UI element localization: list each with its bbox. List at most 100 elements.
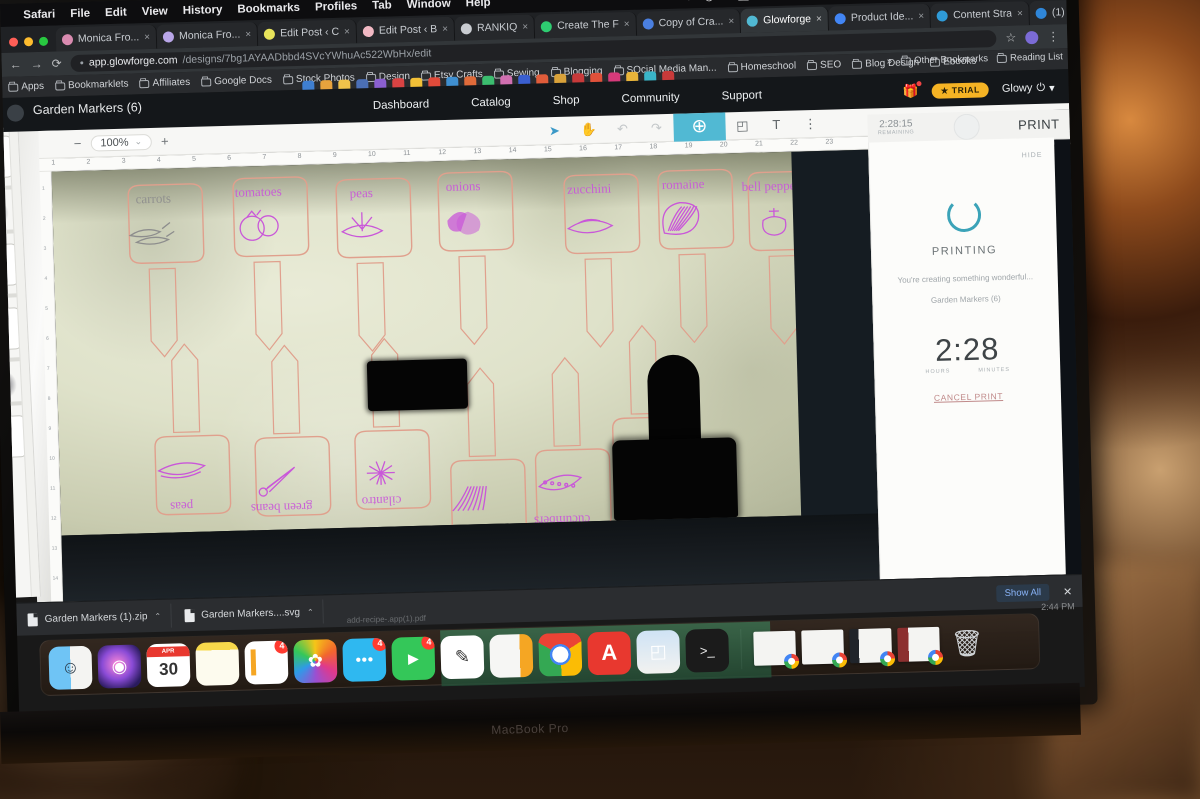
garden-marker[interactable]: carrots (128, 184, 207, 358)
menubar-item-help[interactable]: Help (466, 0, 491, 9)
garden-marker[interactable]: romaine (658, 169, 737, 343)
window-traffic-lights[interactable] (5, 36, 56, 52)
text-tool-icon[interactable]: T (759, 110, 794, 139)
close-tab-icon[interactable]: × (442, 23, 448, 34)
bookmark-item[interactable]: Etsy Crafts (421, 69, 483, 82)
browser-tab[interactable]: Monica Fro... × (56, 25, 158, 52)
nav-catalog[interactable]: Catalog (471, 96, 511, 109)
garden-marker[interactable]: zucchini (564, 174, 643, 348)
profile-avatar[interactable] (1025, 30, 1038, 43)
print-button-label[interactable]: PRINT (1018, 116, 1060, 132)
close-shelf-icon[interactable]: ✕ (1063, 585, 1073, 598)
menubar-item-window[interactable]: Window (407, 0, 451, 10)
menubar-item-view[interactable]: View (142, 5, 168, 18)
browser-tab[interactable]: Edit Post ‹ B × (357, 17, 456, 44)
nav-support[interactable]: Support (722, 89, 763, 102)
bookmark-item[interactable]: Design (366, 71, 410, 83)
bookmark-item[interactable]: Blogging (551, 66, 603, 78)
add-artwork-button[interactable]: ⊕ (673, 112, 726, 141)
minimized-window[interactable] (849, 628, 892, 663)
finder-icon[interactable]: ☺ (48, 645, 92, 689)
reminders-icon[interactable]: 4 (244, 640, 288, 684)
close-tab-icon[interactable]: × (144, 31, 150, 42)
trash-icon[interactable]: 🗑 (945, 621, 989, 665)
bookmark-item[interactable]: SOcial Media Man... (613, 63, 716, 77)
cancel-print-link[interactable]: CANCEL PRINT (876, 389, 1061, 404)
bluetooth-icon[interactable]: ❀ (758, 0, 768, 1)
screen-recording-icon[interactable]: ■ (722, 0, 729, 2)
browser-tab[interactable]: Create The F × (535, 12, 637, 39)
bookmark-item[interactable]: Affiliates (139, 77, 190, 89)
browser-tab[interactable]: Glowforge × (741, 7, 829, 33)
design-canvas[interactable]: carrots tomatoes peas onions zucchini romaine… (52, 150, 880, 602)
siri-icon[interactable]: ◉ (97, 644, 141, 688)
bookmark-item[interactable]: Google Docs (201, 75, 272, 88)
chevron-up-icon[interactable]: ⌃ (154, 611, 161, 620)
zoom-out-button[interactable]: − (65, 136, 91, 152)
hide-panel-link[interactable]: HIDE (1022, 152, 1043, 160)
browser-tab[interactable]: Product Ide... × (829, 4, 932, 31)
menubar-item-tab[interactable]: Tab (372, 0, 392, 11)
status-badge-trial[interactable]: ★ TRIAL (931, 82, 989, 99)
acrobat-icon[interactable]: A (587, 631, 631, 675)
calendar-icon[interactable]: APR 30 (146, 643, 190, 687)
close-tab-icon[interactable]: × (918, 11, 924, 22)
garden-marker[interactable]: tomatoes (233, 177, 312, 351)
notes-icon[interactable] (195, 641, 239, 685)
download-item[interactable]: Garden Markers (1).zip ⌃ (18, 604, 171, 632)
back-icon[interactable]: ← (9, 57, 21, 71)
show-all-downloads-button[interactable]: Show All (996, 583, 1049, 601)
terminal-icon[interactable]: >_ (685, 628, 729, 672)
menubar-item-edit[interactable]: Edit (105, 6, 127, 19)
photos-icon[interactable]: ✿ (293, 639, 337, 683)
garden-marker[interactable]: peas (336, 178, 415, 352)
bookmark-item[interactable]: Apps (8, 81, 44, 93)
menubar-item-file[interactable]: File (70, 7, 90, 20)
nav-community[interactable]: Community (621, 92, 679, 106)
close-tab-icon[interactable]: × (816, 13, 822, 24)
more-options-icon[interactable]: ⋮ (793, 109, 828, 138)
chrome-icon[interactable] (538, 632, 582, 676)
close-tab-icon[interactable]: × (344, 26, 350, 37)
account-menu[interactable]: Glowy ⏻ ▾ (1002, 81, 1055, 95)
forward-icon[interactable]: → (30, 57, 42, 71)
bookmark-item[interactable]: Stock Photos (283, 72, 355, 85)
minimize-window-button[interactable] (24, 37, 33, 46)
nav-shop[interactable]: Shop (553, 94, 580, 107)
close-window-button[interactable] (9, 38, 18, 47)
menubar-item-bookmarks[interactable]: Bookmarks (237, 1, 300, 15)
undo-icon[interactable]: ↶ (605, 114, 640, 143)
minimized-window[interactable] (801, 629, 844, 664)
image-tool-icon[interactable]: ◰ (725, 111, 760, 140)
bookmarks-overflow-icon[interactable]: » (887, 56, 893, 67)
download-shelf-actions[interactable]: Show All ✕ (996, 582, 1082, 601)
pan-hand-tool-icon[interactable]: ✋ (571, 115, 606, 144)
garden-marker[interactable]: green beans (246, 344, 330, 516)
redo-icon[interactable]: ↷ (639, 113, 674, 142)
bookmark-item[interactable]: Sewing (494, 67, 540, 79)
reading-list-button[interactable]: Reading List (997, 51, 1063, 64)
close-tab-icon[interactable]: × (245, 29, 251, 40)
garden-marker[interactable]: peas (152, 343, 231, 515)
close-tab-icon[interactable]: × (1017, 8, 1023, 19)
menubar-item-safari[interactable]: Safari (23, 8, 55, 21)
bookmark-item[interactable]: Homeschool (727, 60, 796, 73)
zoom-controls[interactable]: − 100% ⌄ + (39, 133, 178, 153)
menubar-item-profiles[interactable]: Profiles (315, 0, 357, 13)
facetime-icon[interactable]: ▶ 4 (391, 636, 435, 680)
other-bookmarks-folder[interactable]: Other Bookmarks (901, 53, 988, 66)
print-status-panel[interactable]: HIDE PRINTING You're creating something … (868, 138, 1066, 580)
notability-icon[interactable]: ✎ (440, 635, 484, 679)
flag-icon[interactable]: ⚐ (686, 0, 696, 3)
zoom-level-select[interactable]: 100% ⌄ (90, 133, 152, 151)
screen-mirror-icon[interactable]: 🖥 (736, 0, 750, 2)
garden-marker[interactable]: onions (438, 171, 517, 345)
cursor-tool-icon[interactable]: ➤ (537, 116, 572, 145)
print-button-knob[interactable] (953, 113, 980, 140)
display-icon[interactable]: ▣ (790, 0, 801, 1)
browser-tab[interactable]: Content Stra × (931, 1, 1030, 28)
bookmark-star-icon[interactable]: ☆ (1005, 31, 1016, 45)
bookmark-item[interactable]: SEO (807, 59, 841, 71)
browser-tab[interactable]: RANKIQ × (455, 15, 536, 41)
chrome-menu-icon[interactable]: ⋮ (1047, 29, 1059, 43)
